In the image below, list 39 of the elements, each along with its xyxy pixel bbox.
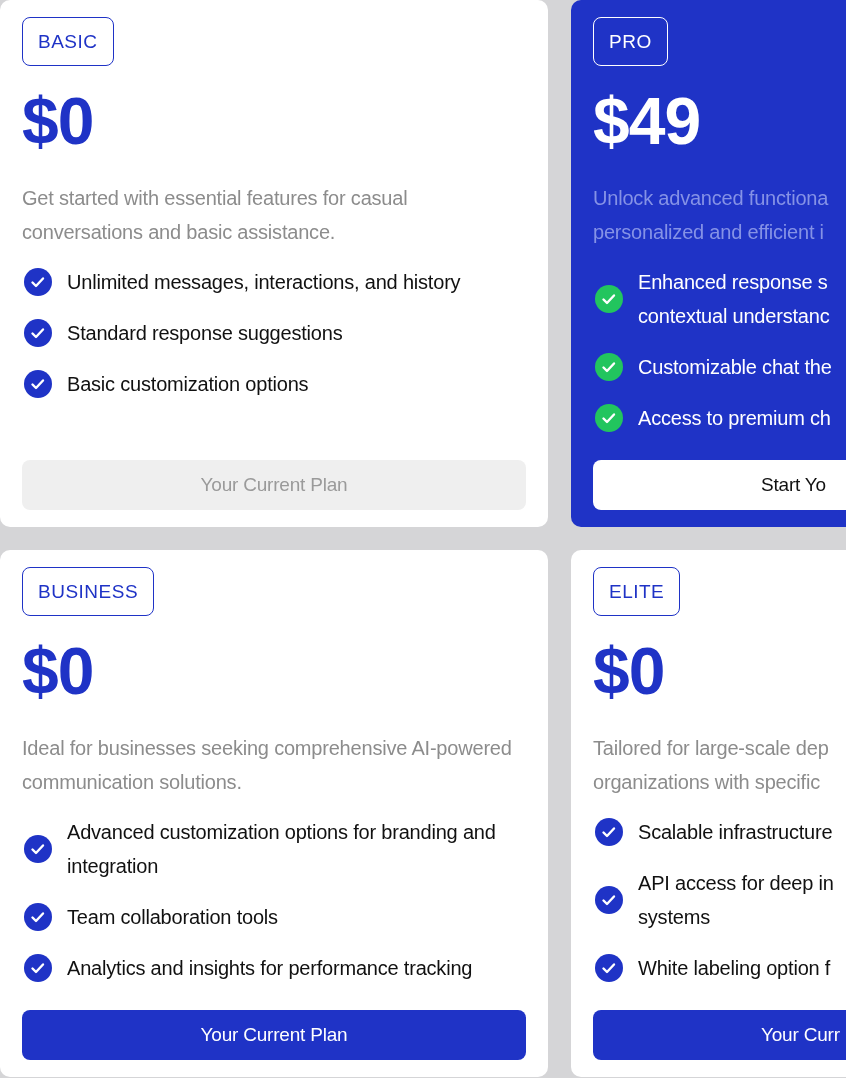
plan-badge: BUSINESS	[22, 567, 155, 616]
feature-text: Advanced customization options for branding and integration	[67, 820, 497, 879]
feature-text: White labeling option f	[638, 956, 831, 981]
feature-text: Unlimited messages, interactions, and history	[67, 270, 461, 295]
plan-description: Ideal for businesses seeking comprehensive AI-powered communication solutions.	[22, 736, 513, 795]
feature-text: Access to premium ch	[638, 406, 831, 431]
plan-price: $0	[22, 633, 95, 710]
check-circle-icon	[24, 370, 52, 398]
feature-text: Basic customization options	[67, 372, 309, 397]
plan-price: $0	[593, 633, 666, 710]
feature-text: Analytics and insights for performance tracking	[67, 956, 473, 981]
plan-badge: ELITE	[593, 567, 681, 616]
plan-badge: BASIC	[22, 17, 114, 66]
feature-text: Standard response suggestions	[67, 321, 343, 346]
plan-button[interactable]: Your Current Plan	[22, 1010, 526, 1060]
check-circle-icon	[595, 954, 623, 982]
feature-text: API access for deep in systems	[638, 871, 834, 930]
check-circle-icon	[595, 285, 623, 313]
plan-price: $49	[593, 83, 702, 160]
feature-text: Team collaboration tools	[67, 905, 278, 930]
check-circle-icon	[595, 818, 623, 846]
check-circle-icon	[24, 268, 52, 296]
check-circle-icon	[595, 404, 623, 432]
check-circle-icon	[24, 954, 52, 982]
feature-text: Scalable infrastructure	[638, 820, 833, 845]
plan-description: Get started with essential features for casual conversations and basic assistance.	[22, 186, 409, 245]
plan-button[interactable]: Your Curr	[593, 1010, 846, 1060]
check-circle-icon	[24, 835, 52, 863]
plan-button[interactable]: Start Yo	[593, 460, 846, 510]
check-circle-icon	[595, 353, 623, 381]
feature-text: Enhanced response s contextual understanc	[638, 270, 830, 329]
check-circle-icon	[24, 903, 52, 931]
plan-description: Unlock advanced functiona personalized and efficient i	[593, 186, 830, 245]
feature-text: Customizable chat the	[638, 355, 832, 380]
check-circle-icon	[24, 319, 52, 347]
plan-badge: PRO	[593, 17, 668, 66]
plan-price: $0	[22, 83, 95, 160]
plan-description: Tailored for large-scale dep organizations with specific	[593, 736, 830, 795]
check-circle-icon	[595, 886, 623, 914]
